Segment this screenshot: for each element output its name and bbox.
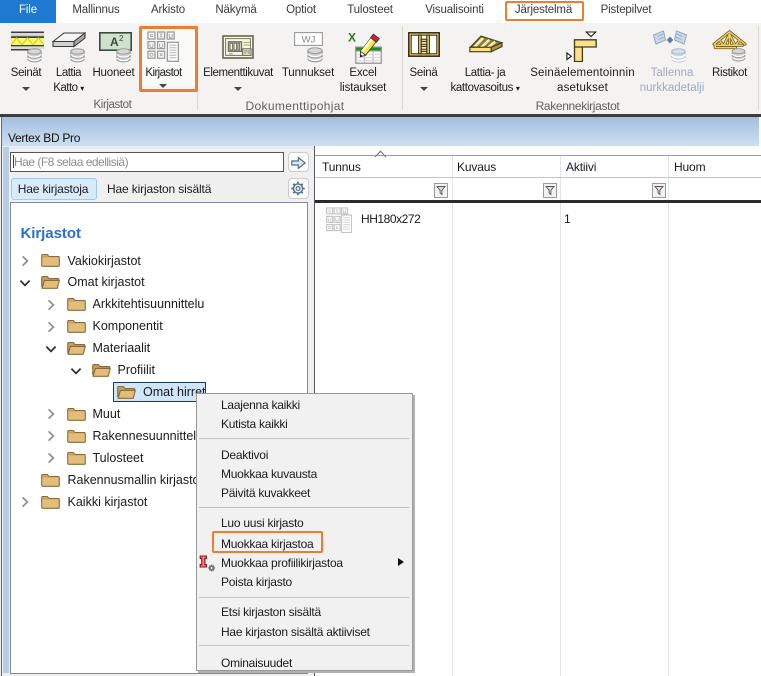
- svg-text:X: X: [348, 30, 356, 44]
- svg-text:2: 2: [119, 34, 124, 43]
- svg-text:WJ: WJ: [301, 35, 315, 46]
